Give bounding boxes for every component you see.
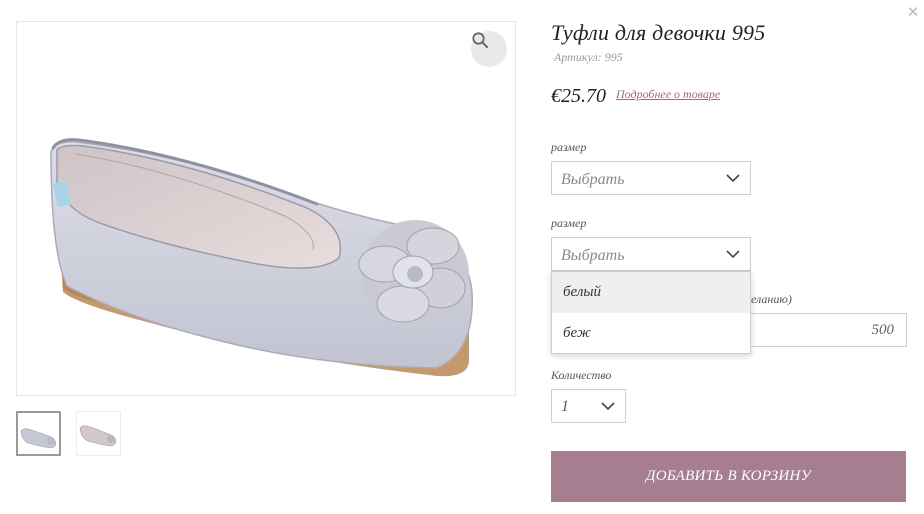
color-select[interactable]: Выбрать	[551, 237, 751, 271]
quantity-select[interactable]: 1	[551, 389, 626, 423]
sku-value: 995	[604, 50, 623, 64]
color-dropdown: белый беж	[551, 271, 751, 354]
product-title: Туфли для девочки 995	[551, 20, 766, 45]
dropdown-option-white[interactable]: белый	[552, 272, 750, 313]
thumbnail-shoe-image	[18, 413, 59, 454]
close-icon[interactable]: ✕	[906, 4, 920, 20]
thumbnail-shoe-image	[77, 412, 120, 455]
color-select-value: Выбрать	[561, 247, 625, 264]
amount-input[interactable]: 500	[740, 313, 907, 347]
chevron-down-icon	[726, 174, 740, 183]
quantity-label: Количество	[551, 368, 612, 382]
shoe-illustration	[50, 138, 473, 377]
size-select[interactable]: Выбрать	[551, 161, 751, 195]
main-product-image	[16, 21, 516, 396]
thumbnail-2[interactable]	[76, 411, 121, 456]
zoom-button[interactable]	[471, 31, 507, 67]
dropdown-option-beige[interactable]: беж	[552, 313, 750, 354]
chevron-down-icon	[726, 250, 740, 259]
thumbnail-1[interactable]	[16, 411, 61, 456]
product-details-link[interactable]: Подробнее о товаре	[616, 87, 720, 102]
size-select-value: Выбрать	[561, 171, 625, 188]
search-icon	[472, 32, 488, 48]
sku: Артикул: 995	[551, 50, 623, 65]
color-label: размер	[551, 216, 587, 230]
sku-label: Артикул:	[554, 50, 602, 64]
add-to-cart-button[interactable]: ДОБАВИТЬ В КОРЗИНУ	[551, 451, 906, 502]
size-label: размер	[551, 140, 587, 154]
product-price: €25.70	[551, 85, 606, 107]
quantity-value: 1	[561, 398, 569, 415]
chevron-down-icon	[601, 402, 615, 411]
